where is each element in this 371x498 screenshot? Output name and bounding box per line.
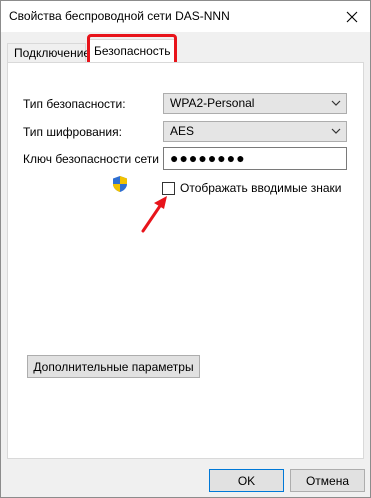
red-arrow-icon — [141, 196, 167, 233]
chevron-down-icon — [331, 128, 341, 134]
close-icon — [346, 11, 358, 22]
cancel-button[interactable]: Отмена — [290, 469, 365, 492]
encryption-type-select[interactable]: AES — [163, 121, 347, 142]
tab-security[interactable]: Безопасность — [87, 39, 177, 63]
security-key-input[interactable]: ●●●●●●●● — [163, 147, 347, 170]
window-title: Свойства беспроводной сети DAS-NNN — [9, 9, 230, 23]
ok-button[interactable]: OK — [209, 469, 284, 492]
encryption-type-value: AES — [170, 124, 195, 138]
tab-connection[interactable]: Подключение — [7, 43, 90, 64]
security-key-label: Ключ безопасности сети — [23, 152, 159, 166]
security-panel: Тип безопасности: WPA2-Personal Тип шифр… — [7, 62, 364, 459]
encryption-type-label: Тип шифрования: — [23, 125, 122, 139]
tab-strip: Подключение Безопасность — [7, 39, 363, 64]
dialog-window: Свойства беспроводной сети DAS-NNN Подкл… — [0, 0, 371, 498]
uac-shield-icon — [113, 176, 127, 192]
security-type-label: Тип безопасности: — [23, 97, 126, 111]
security-type-value: WPA2-Personal — [170, 96, 255, 110]
title-bar: Свойства беспроводной сети DAS-NNN — [1, 1, 370, 32]
security-type-select[interactable]: WPA2-Personal — [163, 93, 347, 114]
chevron-down-icon — [331, 100, 341, 106]
advanced-settings-button[interactable]: Дополнительные параметры — [27, 355, 200, 378]
show-characters-label[interactable]: Отображать вводимые знаки — [180, 181, 341, 195]
close-button[interactable] — [334, 1, 370, 32]
